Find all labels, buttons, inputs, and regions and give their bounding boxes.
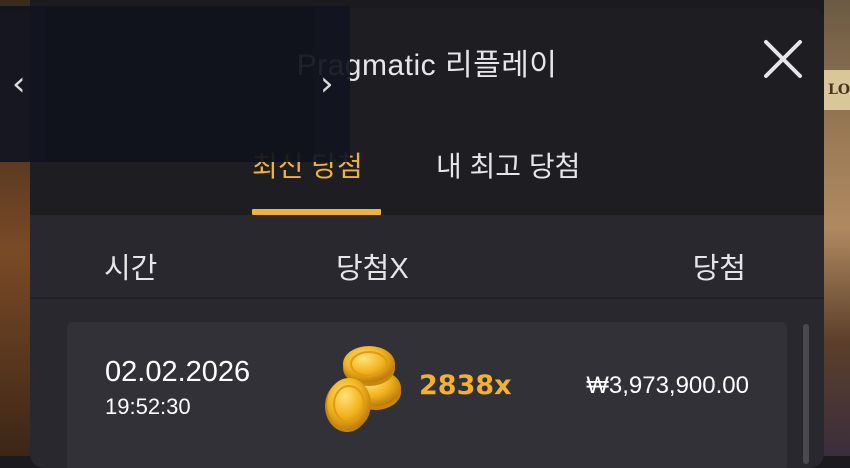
chevron-right-icon: › [320, 64, 334, 104]
scrollbar[interactable] [803, 324, 809, 464]
overlay-inner-panel [45, 6, 313, 162]
prev-button[interactable]: ‹ [12, 64, 26, 104]
row-win-amount: ₩3,973,900.00 [586, 372, 749, 399]
active-tab-indicator [252, 209, 381, 215]
table-row[interactable]: 02.02.2026 19:52:30 2838x ₩3,973,900.00 [67, 322, 787, 468]
row-time: 19:52:30 [105, 394, 191, 419]
chevron-left-icon: ‹ [12, 64, 26, 104]
background-sign: LOO [824, 70, 850, 110]
header-divider [30, 297, 824, 299]
dark-overlay-panel: ‹ › [0, 6, 350, 162]
column-header-multiplier: 당첨X [336, 253, 409, 285]
gold-coins-icon [325, 346, 401, 432]
game-background-right: LOO [824, 0, 850, 456]
column-header-win: 당첨 [692, 253, 746, 285]
row-date: 02.02.2026 [105, 356, 251, 388]
row-multiplier: 2838x [419, 370, 512, 401]
close-button[interactable] [762, 38, 804, 80]
close-icon [764, 40, 802, 78]
tab-my-best-wins[interactable]: 내 최고 당첨 [436, 145, 580, 185]
column-header-time: 시간 [104, 253, 158, 285]
next-button[interactable]: › [320, 64, 334, 104]
